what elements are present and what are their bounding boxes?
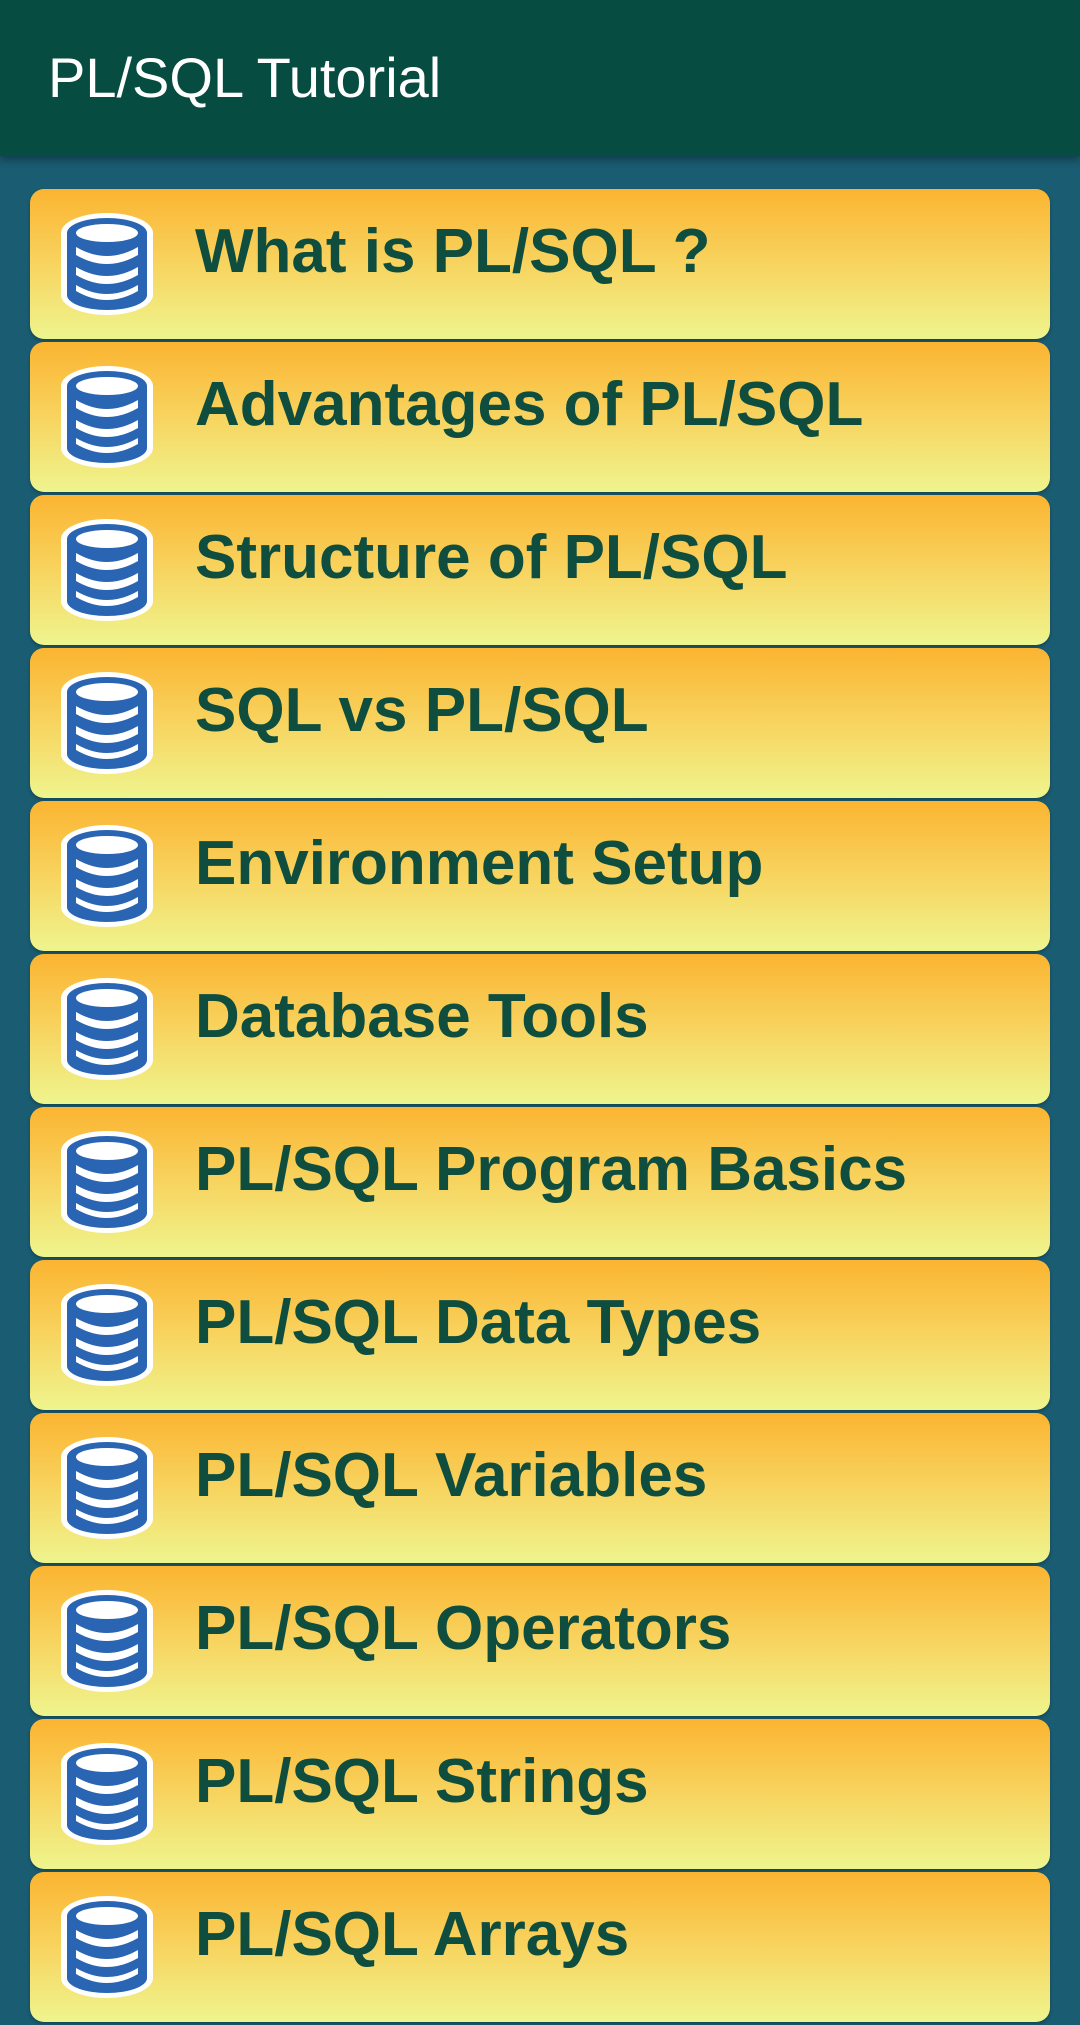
topic-label: PL/SQL Program Basics bbox=[195, 1135, 908, 1204]
topic-list-item-7[interactable]: PL/SQL Program Basics bbox=[30, 1107, 1050, 1257]
topic-label: Environment Setup bbox=[195, 829, 764, 898]
topic-label: Advantages of PL/SQL bbox=[195, 370, 864, 439]
topic-label: PL/SQL Data Types bbox=[195, 1288, 762, 1357]
database-icon bbox=[54, 976, 160, 1082]
database-icon bbox=[54, 670, 160, 776]
topic-list-item-2[interactable]: Advantages of PL/SQL bbox=[30, 342, 1050, 492]
topic-label: PL/SQL Operators bbox=[195, 1594, 732, 1663]
topic-list-item-9[interactable]: PL/SQL Variables bbox=[30, 1413, 1050, 1563]
topic-label: Structure of PL/SQL bbox=[195, 523, 788, 592]
topic-label: PL/SQL Arrays bbox=[195, 1900, 630, 1969]
topic-list-item-1[interactable]: What is PL/SQL ? bbox=[30, 189, 1050, 339]
database-icon bbox=[54, 1435, 160, 1541]
database-icon bbox=[54, 1129, 160, 1235]
topic-list-item-3[interactable]: Structure of PL/SQL bbox=[30, 495, 1050, 645]
database-icon bbox=[54, 1741, 160, 1847]
database-icon bbox=[54, 823, 160, 929]
topic-label: PL/SQL Variables bbox=[195, 1441, 708, 1510]
app-title: PL/SQL Tutorial bbox=[48, 46, 442, 109]
database-icon bbox=[54, 364, 160, 470]
topic-label: Database Tools bbox=[195, 982, 649, 1051]
topic-label: SQL vs PL/SQL bbox=[195, 676, 649, 745]
topic-list-item-8[interactable]: PL/SQL Data Types bbox=[30, 1260, 1050, 1410]
topic-list-item-12[interactable]: PL/SQL Arrays bbox=[30, 1872, 1050, 2022]
topic-label: What is PL/SQL ? bbox=[195, 217, 711, 286]
topic-list-item-4[interactable]: SQL vs PL/SQL bbox=[30, 648, 1050, 798]
topic-list: What is PL/SQL ? Advantages of PL/SQL St… bbox=[30, 189, 1050, 2025]
topic-label: PL/SQL Strings bbox=[195, 1747, 649, 1816]
database-icon bbox=[54, 211, 160, 317]
topic-list-item-11[interactable]: PL/SQL Strings bbox=[30, 1719, 1050, 1869]
database-icon bbox=[54, 517, 160, 623]
topic-list-item-10[interactable]: PL/SQL Operators bbox=[30, 1566, 1050, 1716]
app-bar: PL/SQL Tutorial bbox=[0, 0, 1080, 156]
topic-list-item-5[interactable]: Environment Setup bbox=[30, 801, 1050, 951]
database-icon bbox=[54, 1282, 160, 1388]
topic-list-item-6[interactable]: Database Tools bbox=[30, 954, 1050, 1104]
database-icon bbox=[54, 1894, 160, 2000]
database-icon bbox=[54, 1588, 160, 1694]
